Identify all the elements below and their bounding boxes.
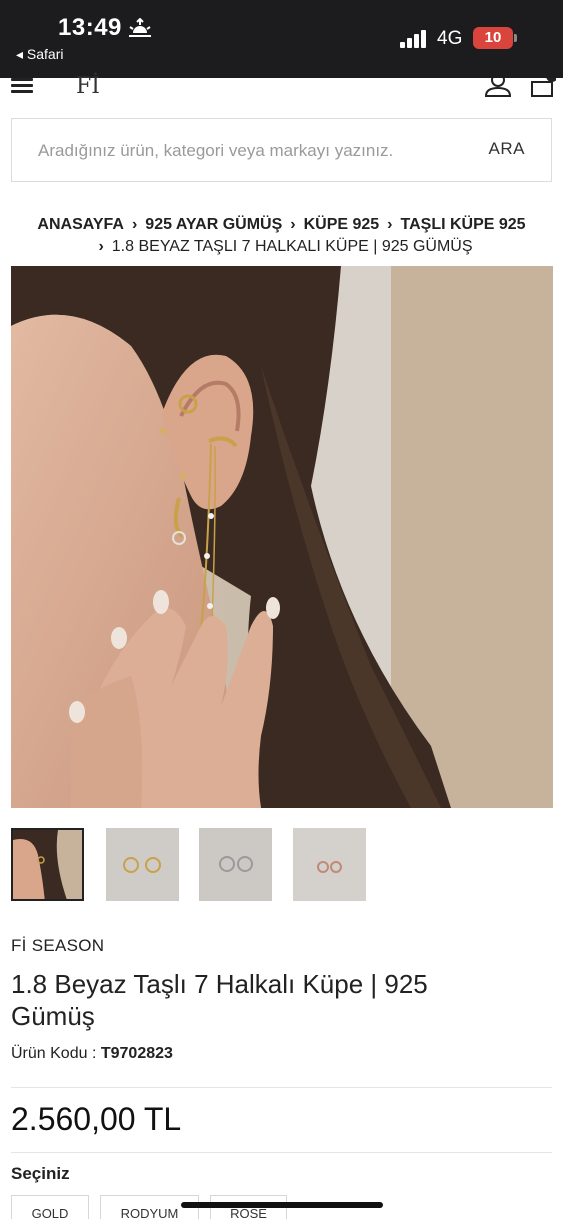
- search-button[interactable]: ARA: [489, 139, 525, 159]
- shopping-bag-icon[interactable]: [530, 78, 556, 98]
- product-main-image[interactable]: [11, 266, 553, 808]
- thumbnail-4[interactable]: [293, 828, 366, 901]
- search-input[interactable]: [38, 139, 458, 163]
- chevron-right-icon: ›: [290, 216, 296, 233]
- status-bar: 13:49 ◂ Safari 4G 10: [0, 0, 563, 78]
- product-code: Ürün Kodu : T9702823: [11, 1045, 173, 1063]
- hamburger-icon[interactable]: [11, 78, 33, 93]
- breadcrumb-925-silver[interactable]: 925 AYAR GÜMÜŞ: [145, 216, 282, 233]
- thumbnail-image: [293, 828, 366, 901]
- search-bar: ARA: [11, 118, 552, 182]
- chevron-right-icon: ›: [98, 238, 104, 255]
- back-to-safari-link[interactable]: ◂ Safari: [16, 46, 64, 63]
- user-icon[interactable]: [484, 78, 512, 98]
- breadcrumb-earrings[interactable]: KÜPE 925: [304, 216, 380, 233]
- variant-select-label: Seçiniz: [11, 1164, 70, 1183]
- model-ear-photo: [11, 266, 553, 808]
- breadcrumb-home[interactable]: ANASAYFA: [37, 216, 124, 233]
- thumbnail-strip: [11, 828, 411, 902]
- product-title: 1.8 Beyaz Taşlı 7 Halkalı Küpe | 925 Güm…: [11, 969, 428, 1031]
- thumbnail-image: [106, 828, 179, 901]
- chevron-right-icon: ›: [131, 216, 138, 233]
- divider: [11, 1087, 552, 1088]
- home-indicator[interactable]: [181, 1202, 383, 1208]
- network-type: 4G: [437, 28, 463, 49]
- thumbnail-image: [13, 830, 82, 899]
- breadcrumb-stone-earrings[interactable]: TAŞLI KÜPE 925: [401, 216, 526, 233]
- breadcrumb-current: 1.8 BEYAZ TAŞLI 7 HALKALI KÜPE | 925 GÜM…: [111, 238, 473, 255]
- thumbnail-2[interactable]: [106, 828, 179, 901]
- signal-bars-icon: [400, 30, 426, 48]
- thumbnail-3[interactable]: [199, 828, 272, 901]
- site-logo[interactable]: Fİ: [76, 74, 100, 99]
- variant-gold-button[interactable]: GOLD: [11, 1195, 89, 1219]
- battery-tip: [514, 34, 517, 42]
- product-code-label: Ürün Kodu :: [11, 1045, 97, 1062]
- product-brand[interactable]: Fİ SEASON: [11, 936, 104, 956]
- breadcrumb: ANASAYFA › 925 AYAR GÜMÜŞ › KÜPE 925 › TAŞLI K…: [0, 214, 563, 258]
- status-time: 13:49: [58, 14, 122, 41]
- thumbnail-image: [199, 828, 272, 901]
- thumbnail-1[interactable]: [11, 828, 84, 901]
- site-header: Fİ: [0, 74, 563, 108]
- product-code-value: T9702823: [100, 1045, 173, 1062]
- product-price: 2.560,00 TL: [11, 1101, 182, 1137]
- divider: [11, 1152, 552, 1153]
- battery-level: 10: [473, 27, 513, 49]
- chevron-right-icon: ›: [387, 216, 393, 233]
- sunrise-icon: [129, 18, 151, 37]
